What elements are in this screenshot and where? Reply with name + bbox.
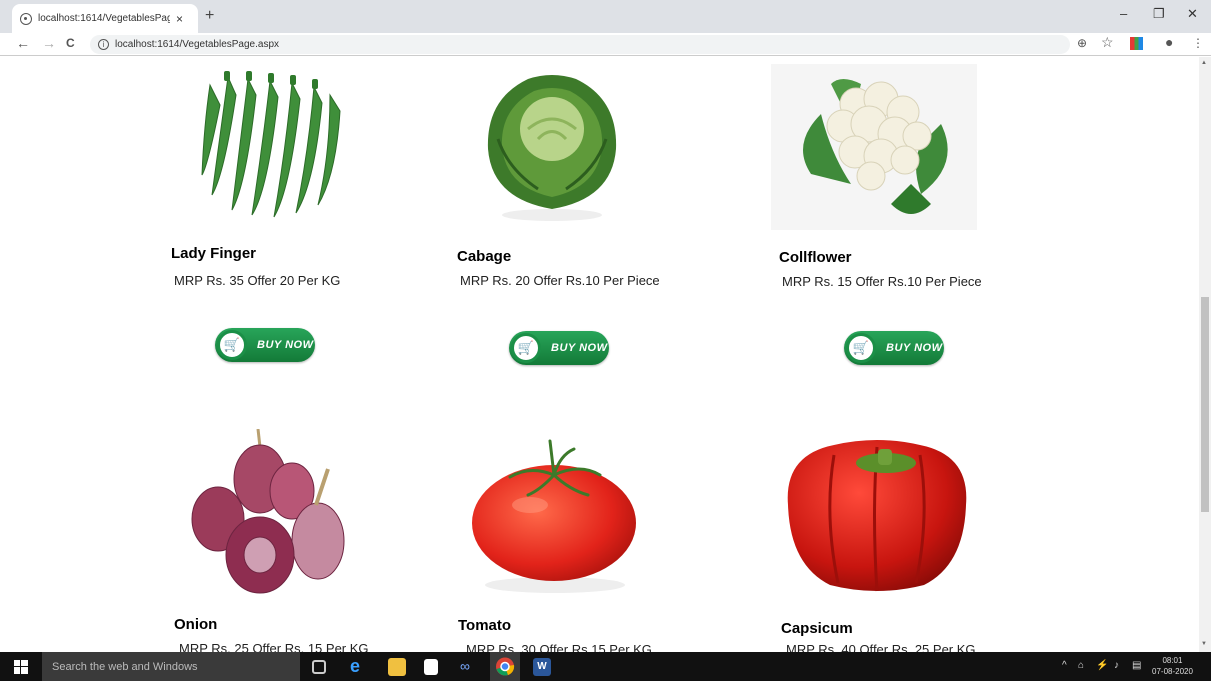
browser-window: localhost:1614/VegetablesPage.a × + – ❐ … xyxy=(0,0,1211,681)
product-name: Capsicum xyxy=(781,620,853,637)
page-content: Lady Finger MRP Rs. 35 Offer 20 Per KG 🛒… xyxy=(0,57,1199,652)
globe-icon xyxy=(20,12,32,25)
profile-icon[interactable]: ● xyxy=(1165,34,1173,50)
store-icon[interactable] xyxy=(424,659,438,675)
buy-now-label: BUY NOW xyxy=(551,342,608,354)
product-name: Collflower xyxy=(779,249,852,266)
new-tab-button[interactable]: + xyxy=(205,7,214,25)
windows-taskbar: Search the web and Windows e ∞ W ^ ⌂ ⚡ ♪… xyxy=(0,652,1211,681)
menu-icon[interactable]: ⋮ xyxy=(1192,36,1204,50)
lady-finger-image xyxy=(190,65,350,225)
product-price: MRP Rs. 20 Offer Rs.10 Per Piece xyxy=(460,273,660,288)
product-name: Tomato xyxy=(458,617,512,634)
url-text: localhost:1614/VegetablesPage.aspx xyxy=(115,39,280,50)
task-view-icon[interactable] xyxy=(312,660,326,674)
taskbar-search-input[interactable]: Search the web and Windows xyxy=(42,652,300,681)
bookmark-star-icon[interactable]: ☆ xyxy=(1101,34,1114,51)
product-name: Onion xyxy=(174,616,218,633)
back-button[interactable]: ← xyxy=(16,35,30,51)
network-icon[interactable]: ⌂ xyxy=(1078,660,1084,671)
volume-icon[interactable]: ♪ xyxy=(1114,660,1119,671)
buy-now-button[interactable]: 🛒 BUY NOW xyxy=(844,331,944,365)
scroll-down-icon[interactable]: ▼ xyxy=(1201,641,1207,647)
address-bar[interactable]: i localhost:1614/VegetablesPage.aspx xyxy=(90,35,1070,54)
scroll-thumb[interactable] xyxy=(1201,297,1209,512)
close-window-button[interactable]: ✕ xyxy=(1187,6,1198,22)
tomato-image xyxy=(470,435,640,597)
tab-close-icon[interactable]: × xyxy=(176,12,183,26)
edge-icon[interactable]: e xyxy=(350,657,368,675)
buy-now-label: BUY NOW xyxy=(886,342,943,354)
chrome-icon xyxy=(496,657,515,676)
product-name: Lady Finger xyxy=(171,245,257,262)
clock-time: 08:01 xyxy=(1162,656,1183,665)
cart-icon: 🛒 xyxy=(846,333,876,363)
chrome-taskbar-button[interactable] xyxy=(490,652,520,681)
windows-start-icon[interactable] xyxy=(0,652,42,681)
tray-chevron-icon[interactable]: ^ xyxy=(1062,660,1067,671)
cabbage-image xyxy=(478,69,626,229)
forward-button[interactable]: → xyxy=(42,35,56,51)
product-price: MRP Rs. 15 Offer Rs.10 Per Piece xyxy=(782,274,982,289)
capsicum-image xyxy=(774,435,980,597)
vertical-scrollbar[interactable]: ▲ ▼ xyxy=(1199,57,1211,652)
product-price: MRP Rs. 25 Offer Rs. 15 Per KG xyxy=(179,641,369,652)
action-center-icon[interactable]: ▤ xyxy=(1132,660,1141,671)
cart-icon: 🛒 xyxy=(511,333,541,363)
product-price: MRP Rs. 40 Offer Rs. 25 Per KG xyxy=(786,642,976,652)
onion-image xyxy=(188,429,354,597)
restore-button[interactable]: ❐ xyxy=(1153,6,1165,22)
clock-date: 07-08-2020 xyxy=(1152,667,1193,676)
browser-toolbar: ← → C i localhost:1614/VegetablesPage.as… xyxy=(0,33,1211,56)
buy-now-button[interactable]: 🛒 BUY NOW xyxy=(215,328,315,362)
info-icon[interactable]: i xyxy=(98,39,109,50)
cauliflower-image xyxy=(771,64,977,230)
power-icon[interactable]: ⚡ xyxy=(1096,660,1108,671)
minimize-button[interactable]: – xyxy=(1120,6,1127,21)
scroll-up-icon[interactable]: ▲ xyxy=(1201,60,1207,66)
file-explorer-icon[interactable] xyxy=(388,658,406,676)
buy-now-button[interactable]: 🛒 BUY NOW xyxy=(509,331,609,365)
word-icon[interactable]: W xyxy=(533,658,551,676)
product-price: MRP Rs. 30 Offer Rs.15 Per KG xyxy=(466,642,652,652)
browser-tab[interactable]: localhost:1614/VegetablesPage.a × xyxy=(12,4,198,33)
tab-title: localhost:1614/VegetablesPage.a xyxy=(38,13,170,24)
reload-button[interactable]: C xyxy=(66,36,75,50)
cart-icon: 🛒 xyxy=(217,330,247,360)
buy-now-label: BUY NOW xyxy=(257,339,314,351)
product-price: MRP Rs. 35 Offer 20 Per KG xyxy=(174,273,341,288)
extension-icon[interactable] xyxy=(1130,37,1143,50)
tab-strip: localhost:1614/VegetablesPage.a × + – ❐ … xyxy=(0,0,1211,33)
zoom-icon[interactable]: ⊕ xyxy=(1077,36,1087,50)
product-name: Cabage xyxy=(457,248,512,265)
infinity-app-icon[interactable]: ∞ xyxy=(460,658,478,676)
system-clock[interactable]: 08:01 07-08-2020 xyxy=(1152,655,1193,677)
